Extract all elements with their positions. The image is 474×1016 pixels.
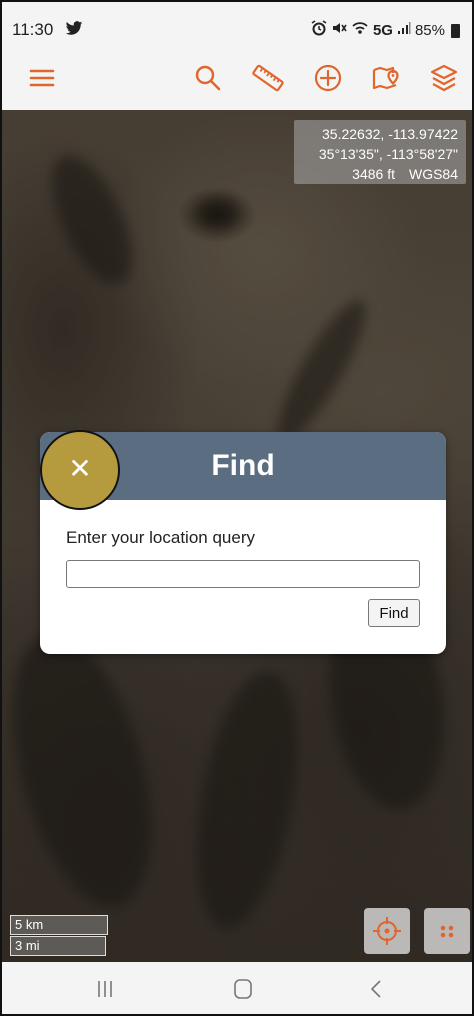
- map-pin-icon[interactable]: [368, 60, 404, 96]
- alarm-icon: [311, 20, 327, 40]
- mute-icon: [331, 20, 347, 40]
- coord-decimal: 35.22632, -113.97422: [322, 126, 458, 142]
- close-icon: ✕: [68, 453, 92, 484]
- coord-elevation-datum: 3486 ft WGS84: [302, 164, 458, 184]
- search-icon[interactable]: [190, 60, 226, 96]
- phone-screen: 11:30 5G 85% 35.22632, -113.97422 35°13'…: [0, 0, 474, 1016]
- add-icon[interactable]: [310, 60, 346, 96]
- more-dots-icon: [440, 925, 454, 938]
- ruler-icon[interactable]: [250, 60, 286, 96]
- coord-elevation: 3486 ft: [352, 166, 395, 182]
- battery-icon: [451, 24, 460, 38]
- layers-icon[interactable]: [426, 60, 462, 96]
- locate-button[interactable]: [364, 908, 410, 954]
- signal-icon: [397, 21, 411, 39]
- coord-datum: WGS84: [408, 166, 458, 182]
- status-bar: 11:30 5G 85%: [2, 2, 472, 52]
- navigation-bar: [2, 962, 472, 1014]
- close-button[interactable]: ✕: [40, 430, 120, 510]
- twitter-icon: [65, 21, 83, 37]
- menu-icon[interactable]: [24, 60, 60, 96]
- back-icon[interactable]: [362, 976, 392, 1002]
- coord-dms: 35°13'35", -113°58'27": [318, 146, 458, 162]
- network-label: 5G: [372, 21, 393, 39]
- recents-icon[interactable]: [90, 976, 120, 1002]
- battery-percent: 85%: [414, 21, 445, 39]
- more-button[interactable]: [424, 908, 470, 954]
- status-icons: 5G 85%: [311, 20, 460, 40]
- wifi-calling-icon: [351, 20, 369, 40]
- scale-bar-metric: 5 km: [10, 915, 108, 935]
- home-icon[interactable]: [228, 976, 258, 1002]
- location-query-input[interactable]: [66, 560, 420, 588]
- status-time: 11:30: [12, 20, 54, 39]
- toolbar: [2, 52, 472, 110]
- find-button[interactable]: Find: [368, 599, 420, 627]
- locate-icon: [373, 917, 401, 945]
- query-label: Enter your location query: [66, 528, 255, 547]
- scale-bar-imperial: 3 mi: [10, 936, 106, 956]
- coordinate-readout: 35.22632, -113.97422 35°13'35", -113°58'…: [294, 120, 466, 184]
